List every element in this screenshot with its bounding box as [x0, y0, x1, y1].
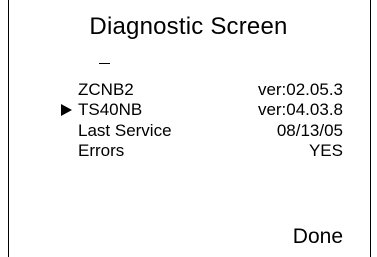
row-label: Last Service: [78, 121, 172, 140]
row-label: TS40NB: [78, 100, 143, 119]
done-button[interactable]: Done: [293, 224, 343, 250]
row-label: ZCNB2: [78, 80, 134, 99]
diagnostic-row-zcnb2[interactable]: ZCNB2 ver:02.05.3: [0, 80, 377, 100]
diagnostic-screen: Diagnostic Screen ZCNB2 ver:02.05.3 TS40…: [0, 0, 377, 257]
selection-pointer-icon: [61, 104, 72, 116]
row-label: Errors: [78, 141, 125, 160]
cursor-underline-mark: [99, 63, 110, 64]
diagnostic-row-errors[interactable]: Errors YES: [0, 141, 377, 161]
diagnostic-row-ts40nb[interactable]: TS40NB ver:04.03.8: [0, 100, 377, 120]
row-value: 08/13/05: [276, 121, 343, 140]
diagnostic-row-last-service[interactable]: Last Service 08/13/05: [0, 121, 377, 141]
row-value: YES: [308, 141, 343, 160]
row-value: ver:02.05.3: [257, 80, 343, 99]
screen-title: Diagnostic Screen: [89, 13, 288, 40]
row-value: ver:04.03.8: [257, 100, 343, 119]
